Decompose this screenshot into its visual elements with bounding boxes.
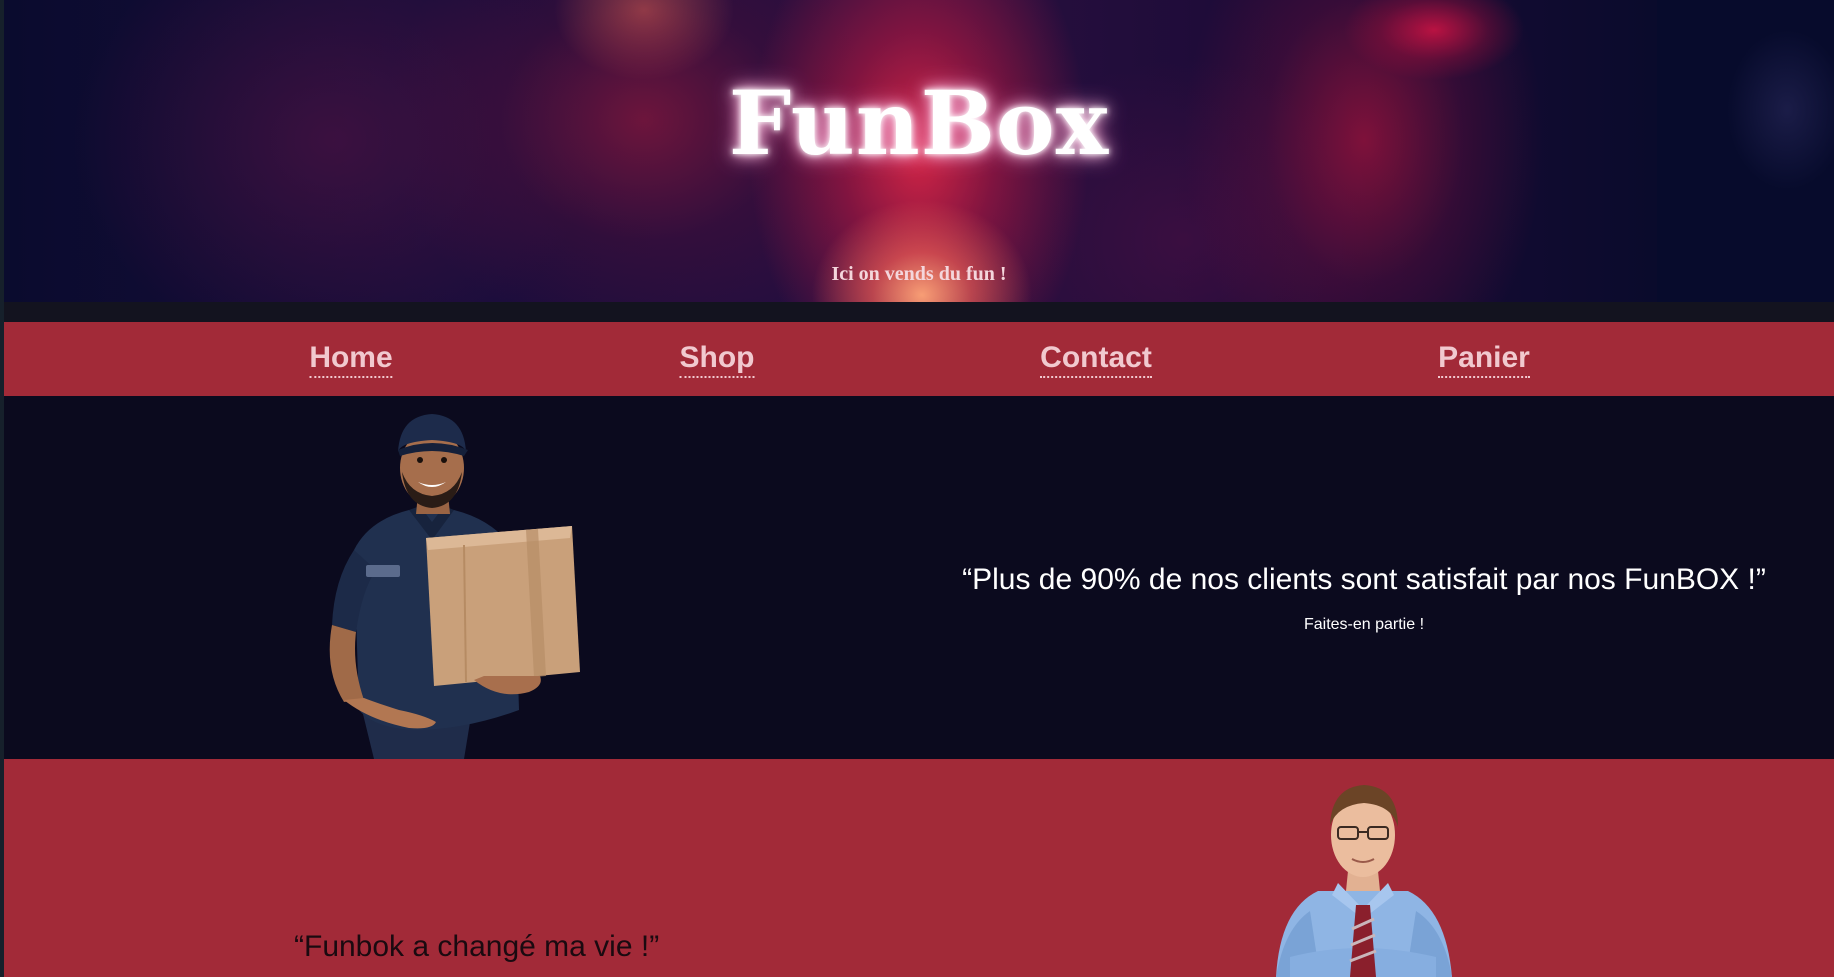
main-navigation: Home Shop Contact Panier <box>4 322 1834 396</box>
delivery-man-image <box>329 414 580 759</box>
join-tagline: Faites-en partie ! <box>1303 616 1425 633</box>
nav-link-home[interactable]: Home <box>309 340 393 378</box>
nav-link-contact[interactable]: Contact <box>1040 340 1152 378</box>
testimonial-section: “Funbok a changé ma vie !” <box>4 759 1834 977</box>
header-divider <box>4 302 1834 322</box>
satisfaction-quote: “Plus de 90% de nos clients sont satisfa… <box>962 563 1766 596</box>
nav-link-shop[interactable]: Shop <box>679 340 755 378</box>
nav-link-panier[interactable]: Panier <box>1438 340 1530 378</box>
site-tagline: Ici on vends du fun ! <box>831 263 1007 285</box>
promo-section: “Plus de 90% de nos clients sont satisfa… <box>4 396 1834 759</box>
testimonial-quote: “Funbok a changé ma vie !” <box>294 930 660 963</box>
site-title: FunBox <box>728 71 1110 175</box>
hero-banner: FunBox Ici on vends du fun ! <box>4 0 1834 302</box>
businessman-image <box>1276 785 1452 977</box>
